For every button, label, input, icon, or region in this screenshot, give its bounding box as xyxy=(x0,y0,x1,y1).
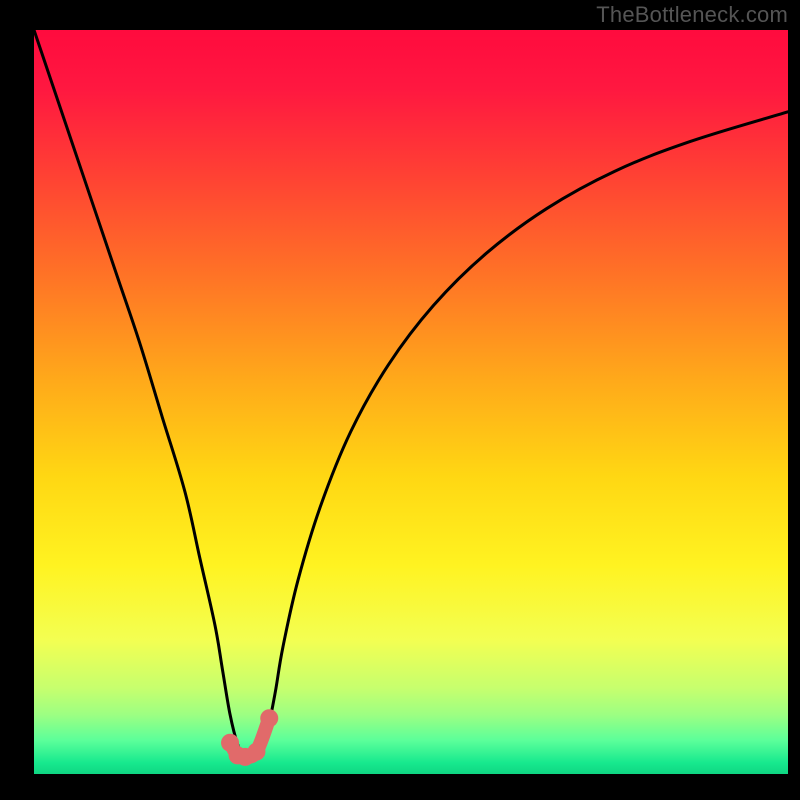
chart-frame: TheBottleneck.com xyxy=(0,0,800,800)
gradient-background xyxy=(34,30,788,774)
chart-svg xyxy=(0,0,800,800)
valley-marker xyxy=(247,743,265,761)
valley-marker xyxy=(260,709,278,727)
